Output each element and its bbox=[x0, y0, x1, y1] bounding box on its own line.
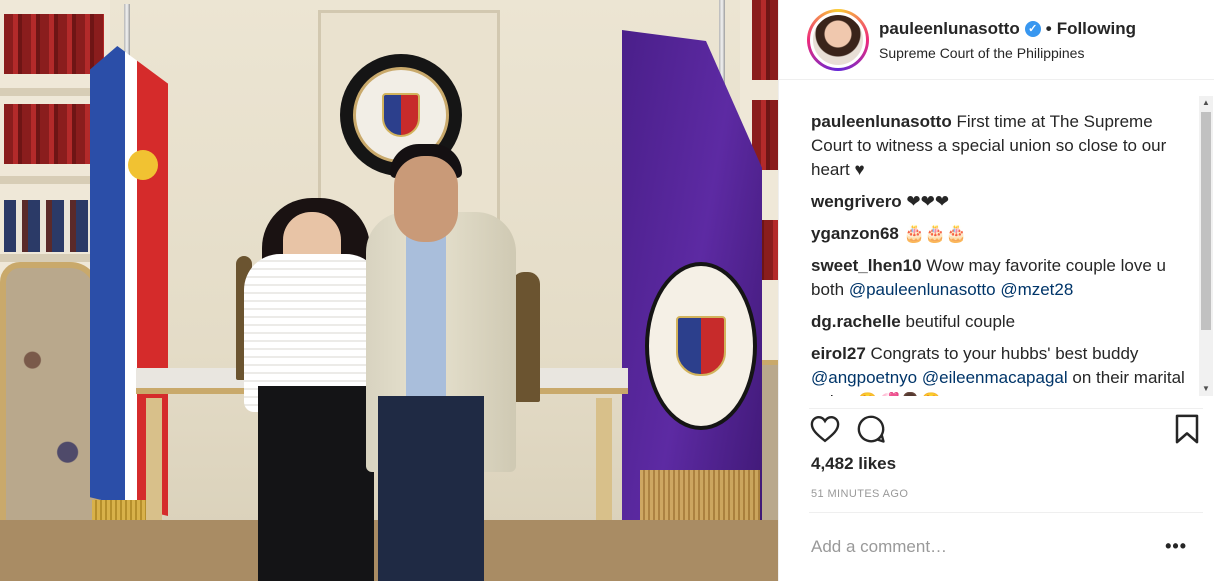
flag-seal bbox=[645, 262, 757, 430]
comment-text: 🎂🎂🎂 bbox=[898, 224, 968, 243]
comment-username[interactable]: pauleenlunasotto bbox=[811, 112, 952, 131]
man-jeans bbox=[378, 396, 484, 581]
books-row bbox=[752, 0, 778, 80]
action-bar bbox=[809, 408, 1203, 446]
comment-input[interactable] bbox=[811, 537, 1141, 557]
following-button[interactable]: Following bbox=[1057, 19, 1136, 39]
books-row bbox=[4, 14, 104, 74]
comment-username[interactable]: eirol27 bbox=[811, 344, 866, 363]
post-header: pauleenlunasotto ✓ • Following Supreme C… bbox=[779, 0, 1214, 80]
man-face bbox=[394, 156, 458, 242]
books-row bbox=[4, 200, 104, 252]
scroll-up-arrow-icon[interactable]: ▲ bbox=[1199, 96, 1213, 110]
seal-shield bbox=[382, 93, 420, 137]
header-line: pauleenlunasotto ✓ • Following bbox=[879, 19, 1136, 39]
mention-link[interactable]: @angpoetnyo bbox=[811, 368, 917, 387]
comments-list: pauleenlunasotto First time at The Supre… bbox=[779, 96, 1199, 396]
comment-username[interactable]: dg.rachelle bbox=[811, 312, 901, 331]
scroll-down-arrow-icon[interactable]: ▼ bbox=[1199, 382, 1213, 396]
avatar-story-ring[interactable] bbox=[807, 8, 869, 71]
comment-item: yganzon68 🎂🎂🎂 bbox=[811, 222, 1187, 246]
more-options-icon[interactable]: ••• bbox=[1165, 537, 1187, 555]
flag-seal-shield bbox=[676, 316, 726, 376]
comment-username[interactable]: sweet_lhen10 bbox=[811, 256, 922, 275]
location-link[interactable]: Supreme Court of the Philippines bbox=[879, 45, 1136, 61]
add-comment-bar: ••• bbox=[809, 512, 1203, 581]
comments-scrollbar[interactable]: ▲ ▼ bbox=[1199, 96, 1213, 396]
comment-item: eirol27 Congrats to your hubbs' best bud… bbox=[811, 342, 1187, 396]
man-shirt bbox=[406, 226, 446, 406]
separator-dot: • bbox=[1045, 18, 1052, 38]
post-sidebar: pauleenlunasotto ✓ • Following Supreme C… bbox=[778, 0, 1214, 581]
comment-item: pauleenlunasotto First time at The Supre… bbox=[811, 110, 1187, 182]
mention-link[interactable]: @pauleenlunasotto bbox=[849, 280, 996, 299]
post-photo[interactable] bbox=[0, 0, 778, 581]
header-text: pauleenlunasotto ✓ • Following Supreme C… bbox=[879, 19, 1136, 61]
woman-pants bbox=[258, 386, 374, 581]
post-timestamp[interactable]: 51 MINUTES AGO bbox=[811, 488, 908, 500]
likes-count[interactable]: 4,482 likes bbox=[811, 454, 896, 474]
scroll-thumb[interactable] bbox=[1201, 112, 1211, 330]
verified-badge-icon: ✓ bbox=[1024, 20, 1041, 37]
comment-item: sweet_lhen10 Wow may favorite couple lov… bbox=[811, 254, 1187, 302]
flag-sun bbox=[128, 150, 158, 180]
heart-icon[interactable] bbox=[809, 413, 841, 445]
username-link[interactable]: pauleenlunasotto bbox=[879, 19, 1020, 39]
mention-link[interactable]: @eileenmacapagal bbox=[922, 368, 1068, 387]
comment-item: wengrivero ❤❤❤ bbox=[811, 190, 1187, 214]
comment-username[interactable]: yganzon68 bbox=[811, 224, 899, 243]
comment-username[interactable]: wengrivero bbox=[811, 192, 902, 211]
bookmark-icon[interactable] bbox=[1171, 413, 1203, 445]
mention-link[interactable]: @mzet28 bbox=[1000, 280, 1073, 299]
comment-text: ❤❤❤ bbox=[901, 192, 950, 211]
comment-item: dg.rachelle beutiful couple bbox=[811, 310, 1187, 334]
comment-icon[interactable] bbox=[855, 413, 887, 445]
comment-text: Congrats to your hubbs' best buddy bbox=[865, 344, 1139, 363]
statue-right bbox=[512, 272, 540, 402]
comment-text: beutiful couple bbox=[900, 312, 1016, 331]
avatar[interactable] bbox=[810, 11, 866, 68]
books-row bbox=[4, 104, 104, 164]
